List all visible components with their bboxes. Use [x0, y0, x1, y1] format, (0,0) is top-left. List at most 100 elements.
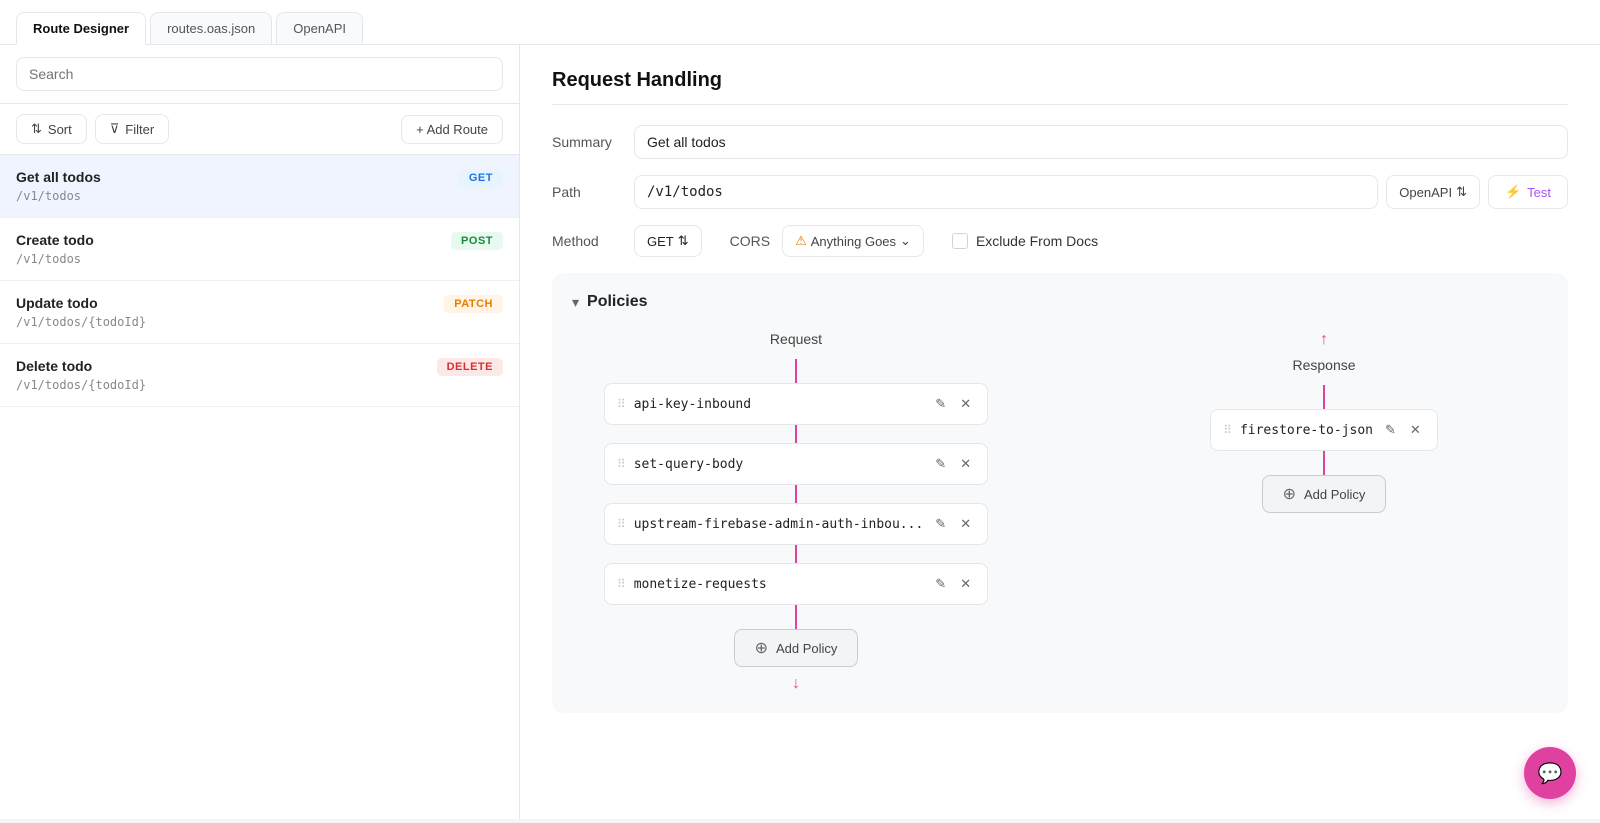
remove-policy-button[interactable]: ✕: [956, 394, 975, 414]
route-path: /v1/todos/{todoId}: [16, 315, 146, 329]
edit-policy-button[interactable]: ✎: [931, 514, 950, 534]
request-column: Request ⠿ api-key-inbound ✎ ✕ ⠿ set-quer…: [572, 331, 1020, 693]
drag-handle-icon[interactable]: ⠿: [617, 457, 626, 471]
sidebar-toolbar: ⇅ Sort ⊽ Filter + Add Route: [0, 104, 519, 155]
tab-openapi[interactable]: OpenAPI: [276, 12, 363, 44]
inter-policy-line: [795, 545, 797, 563]
response-column-title: Response: [1292, 357, 1355, 373]
route-name: Get all todos: [16, 169, 101, 185]
fab-button[interactable]: 💬: [1524, 747, 1576, 799]
drag-handle-icon[interactable]: ⠿: [1223, 423, 1232, 437]
path-label: Path: [552, 184, 622, 200]
route-path: /v1/todos/{todoId}: [16, 378, 146, 392]
filter-button[interactable]: ⊽ Filter: [95, 114, 169, 144]
summary-label: Summary: [552, 134, 622, 150]
add-route-label: + Add Route: [416, 122, 488, 137]
response-add-policy-label: Add Policy: [1304, 487, 1365, 502]
request-column-title: Request: [770, 331, 822, 347]
method-value: GET: [647, 234, 674, 249]
edit-policy-button[interactable]: ✎: [931, 574, 950, 594]
response-plus-icon: ⊕: [1283, 484, 1296, 504]
request-policies-list: ⠿ api-key-inbound ✎ ✕ ⠿ set-query-body ✎…: [604, 383, 988, 605]
search-section: [0, 45, 519, 104]
chevron-up-down-icon: ⇅: [1456, 184, 1467, 200]
lightning-icon: ⚡: [1505, 184, 1521, 200]
request-top-line: [795, 359, 797, 383]
response-arrow-up: ↑: [1320, 331, 1328, 349]
exclude-docs-checkbox[interactable]: [952, 233, 968, 249]
route-info: Delete todo /v1/todos/{todoId}: [16, 358, 146, 392]
cors-select[interactable]: ⚠ Anything Goes ⌄: [782, 225, 924, 257]
method-label: Method: [552, 233, 622, 249]
drag-handle-icon[interactable]: ⠿: [617, 517, 626, 531]
test-button[interactable]: ⚡ Test: [1488, 175, 1568, 209]
sidebar: ⇅ Sort ⊽ Filter + Add Route Get all todo…: [0, 45, 520, 819]
route-name: Delete todo: [16, 358, 146, 374]
remove-policy-button[interactable]: ✕: [956, 454, 975, 474]
method-row: Method GET ⇅ CORS ⚠ Anything Goes ⌄ Excl…: [552, 225, 1568, 257]
edit-policy-button[interactable]: ✎: [931, 394, 950, 414]
route-item[interactable]: Get all todos /v1/todos GET: [0, 155, 519, 218]
tab-bar: Route Designer routes.oas.json OpenAPI: [0, 0, 1600, 45]
route-info: Update todo /v1/todos/{todoId}: [16, 295, 146, 329]
policy-actions: ✎ ✕: [931, 514, 975, 534]
drag-handle-icon[interactable]: ⠿: [617, 397, 626, 411]
main-content: Request Handling Summary Path OpenAPI ⇅ …: [520, 45, 1600, 819]
path-input[interactable]: [634, 175, 1378, 209]
response-policy-card: ⠿ firestore-to-json ✎ ✕: [1210, 409, 1438, 451]
policy-name: monetize-requests: [634, 577, 924, 592]
edit-policy-button[interactable]: ✎: [1381, 420, 1400, 440]
summary-row: Summary: [552, 125, 1568, 159]
path-select[interactable]: OpenAPI ⇅: [1386, 175, 1480, 209]
request-plus-icon: ⊕: [755, 638, 768, 658]
route-name: Create todo: [16, 232, 94, 248]
path-row: Path OpenAPI ⇅ ⚡ Test: [552, 175, 1568, 209]
remove-policy-button[interactable]: ✕: [956, 574, 975, 594]
method-badge: PATCH: [444, 295, 503, 313]
request-bottom-line: [795, 605, 797, 629]
search-input[interactable]: [16, 57, 503, 91]
exclude-docs-label: Exclude From Docs: [976, 233, 1098, 249]
route-info: Get all todos /v1/todos: [16, 169, 101, 203]
chevron-updown-icon: ⇅: [678, 233, 689, 249]
policies-header: ▾ Policies: [572, 293, 1548, 311]
chevron-down-icon: ⌄: [900, 233, 911, 249]
request-add-policy-button[interactable]: ⊕ Add Policy: [734, 629, 859, 667]
request-policy-card: ⠿ api-key-inbound ✎ ✕: [604, 383, 988, 425]
tab-route-designer[interactable]: Route Designer: [16, 12, 146, 45]
response-policies-list: ⠿ firestore-to-json ✎ ✕: [1210, 409, 1438, 451]
toolbar-left: ⇅ Sort ⊽ Filter: [16, 114, 169, 144]
request-policy-card: ⠿ set-query-body ✎ ✕: [604, 443, 988, 485]
policy-actions: ✎ ✕: [931, 454, 975, 474]
add-route-button[interactable]: + Add Route: [401, 115, 503, 144]
summary-input[interactable]: [634, 125, 1568, 159]
tab-routes-oas[interactable]: routes.oas.json: [150, 12, 272, 44]
method-badge: DELETE: [437, 358, 503, 376]
response-top-line: [1323, 385, 1325, 409]
response-add-policy-button[interactable]: ⊕ Add Policy: [1262, 475, 1387, 513]
method-select[interactable]: GET ⇅: [634, 225, 702, 257]
remove-policy-button[interactable]: ✕: [1406, 420, 1425, 440]
route-item[interactable]: Delete todo /v1/todos/{todoId} DELETE: [0, 344, 519, 407]
policy-name: firestore-to-json: [1240, 423, 1373, 438]
filter-icon: ⊽: [110, 121, 120, 137]
cors-value: Anything Goes: [811, 234, 896, 249]
route-item[interactable]: Create todo /v1/todos POST: [0, 218, 519, 281]
policies-columns: Request ⠿ api-key-inbound ✎ ✕ ⠿ set-quer…: [572, 331, 1548, 693]
section-title: Request Handling: [552, 69, 1568, 105]
policy-name: upstream-firebase-admin-auth-inbou...: [634, 517, 924, 532]
warning-icon: ⚠: [795, 233, 807, 249]
request-policy-card: ⠿ monetize-requests ✎ ✕: [604, 563, 988, 605]
exclude-docs-wrapper: Exclude From Docs: [952, 233, 1098, 249]
main-layout: ⇅ Sort ⊽ Filter + Add Route Get all todo…: [0, 45, 1600, 819]
route-item[interactable]: Update todo /v1/todos/{todoId} PATCH: [0, 281, 519, 344]
remove-policy-button[interactable]: ✕: [956, 514, 975, 534]
sort-button[interactable]: ⇅ Sort: [16, 114, 87, 144]
drag-handle-icon[interactable]: ⠿: [617, 577, 626, 591]
request-policy-card: ⠿ upstream-firebase-admin-auth-inbou... …: [604, 503, 988, 545]
policy-actions: ✎ ✕: [931, 574, 975, 594]
policies-chevron-icon[interactable]: ▾: [572, 294, 579, 311]
request-arrow-down: ↓: [792, 675, 800, 693]
edit-policy-button[interactable]: ✎: [931, 454, 950, 474]
method-badge: POST: [451, 232, 503, 250]
